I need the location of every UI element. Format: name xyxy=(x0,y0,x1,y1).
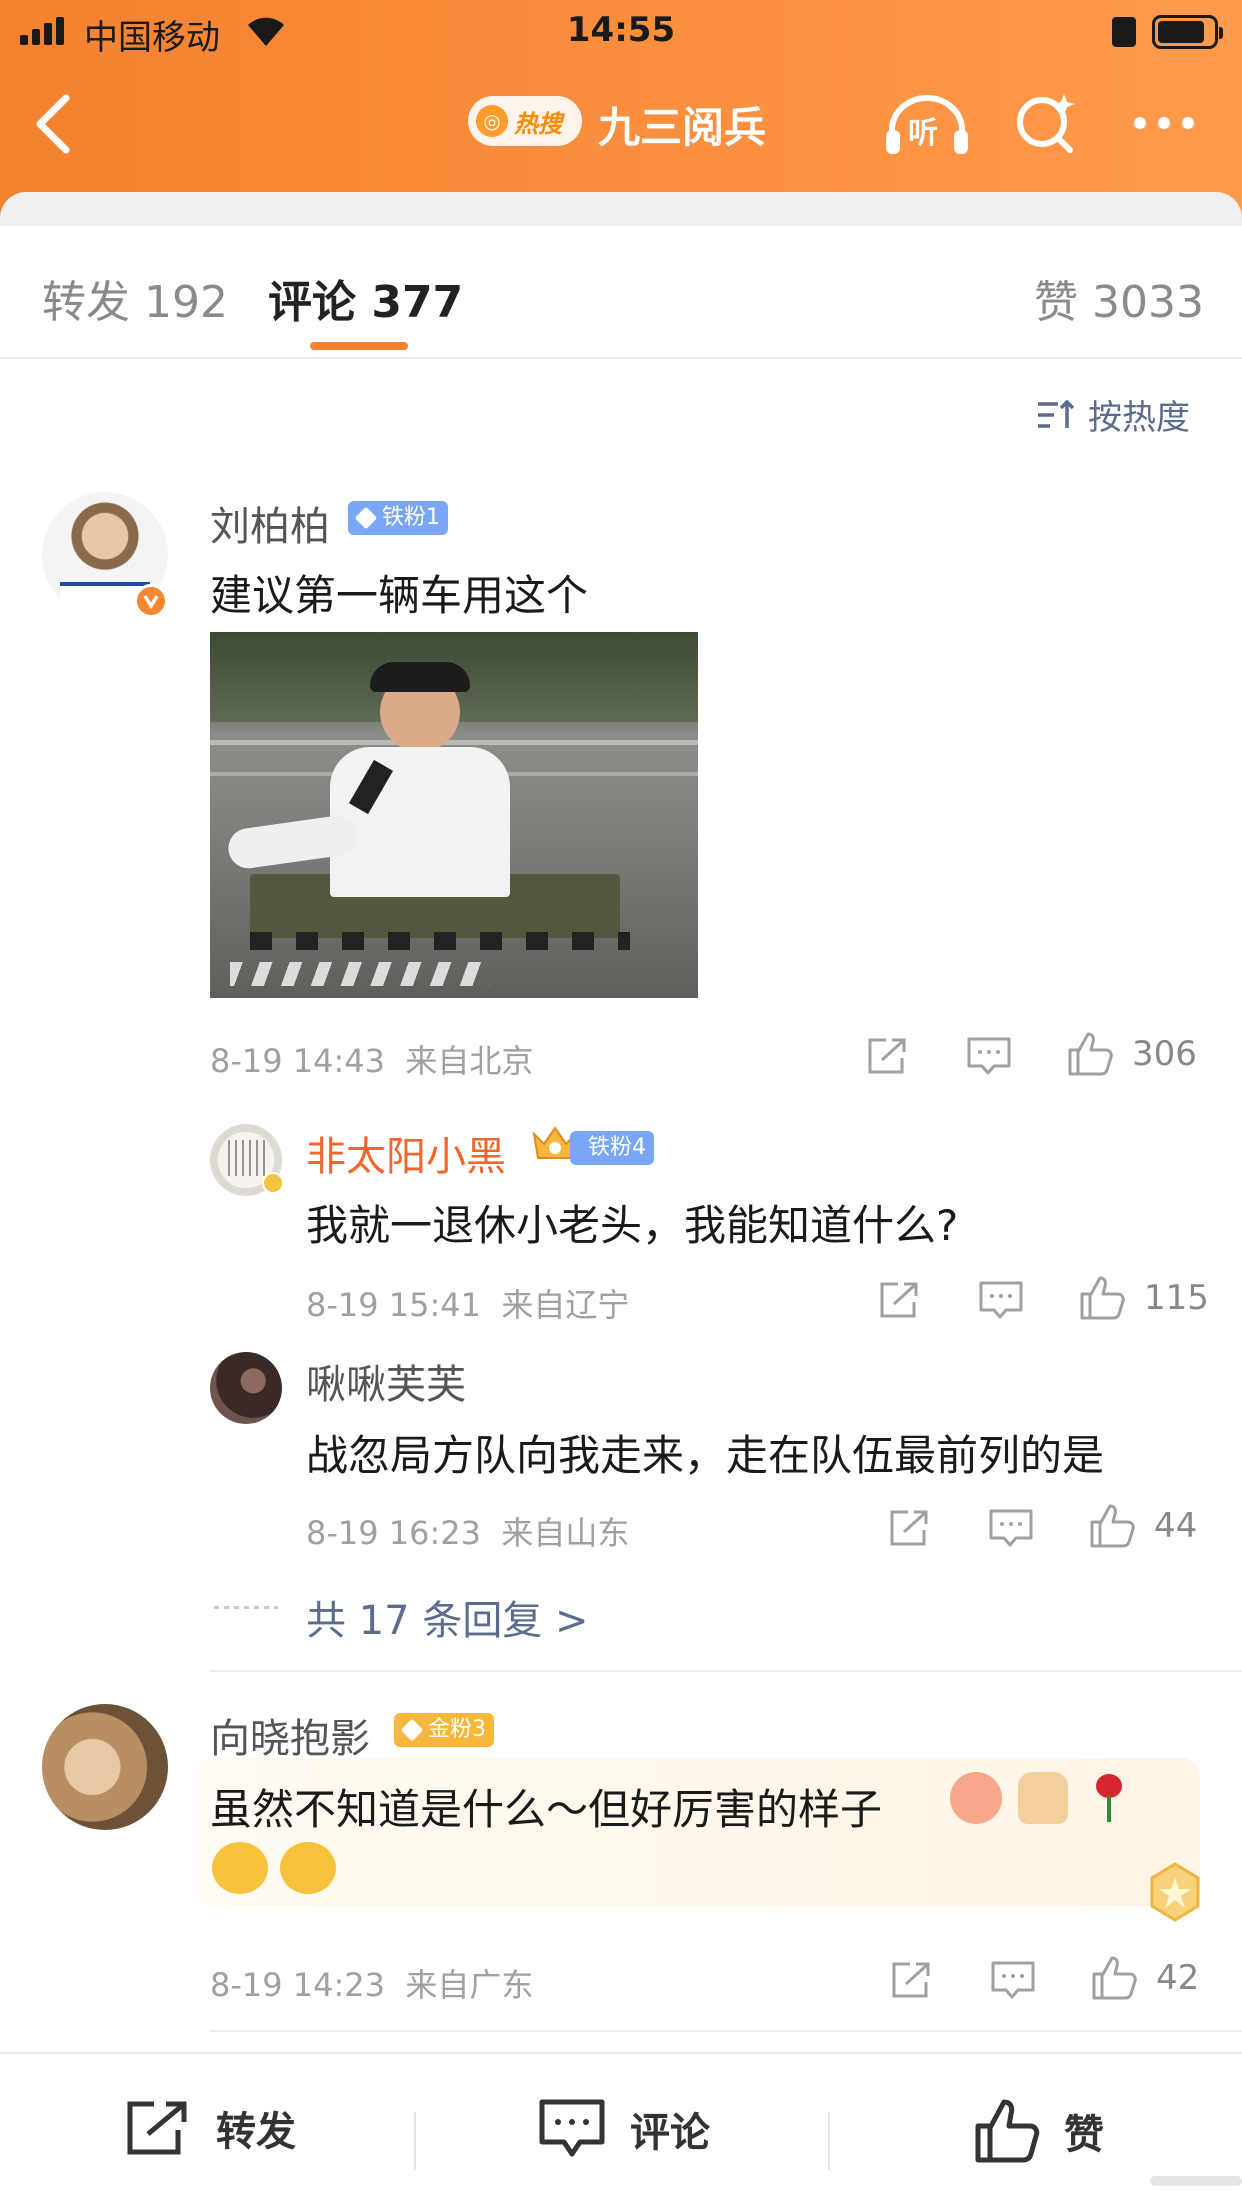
comment-icon[interactable] xyxy=(966,1036,1012,1076)
sheet-handle-band xyxy=(0,192,1242,226)
status-time: 14:55 xyxy=(566,10,676,50)
comment-icon[interactable] xyxy=(988,1508,1034,1548)
active-tab-indicator xyxy=(310,342,408,350)
search-icon[interactable] xyxy=(1012,90,1078,156)
tab-likes[interactable]: 赞 3033 xyxy=(1034,266,1204,330)
comment-icon[interactable] xyxy=(978,1280,1024,1320)
rose-icon xyxy=(1088,1772,1128,1824)
hot-search-badge[interactable]: ◎ 热搜 xyxy=(468,96,582,146)
like-icon[interactable] xyxy=(1090,1954,1138,2002)
bottom-bar-divider xyxy=(828,2112,830,2170)
home-indicator xyxy=(1150,2176,1242,2186)
repost-button[interactable]: 转发 xyxy=(124,2098,296,2158)
tab-bar: 转发 192 评论 377 赞 3033 xyxy=(0,266,1242,356)
bottom-bar-divider xyxy=(414,2112,416,2170)
share-icon[interactable] xyxy=(866,1036,910,1076)
share-icon[interactable] xyxy=(888,1508,932,1548)
comment-text: 建议第一辆车用这个 xyxy=(210,571,589,620)
thumbs-up-icon xyxy=(1018,1772,1068,1824)
sort-icon xyxy=(1038,399,1075,428)
fan-badge: 铁粉4 xyxy=(570,1131,654,1165)
reply-text: 战忽局方队向我走来，走在队伍最前列的是 xyxy=(306,1431,1105,1480)
like-count: 115 xyxy=(1144,1278,1209,1318)
like-icon[interactable] xyxy=(1078,1274,1126,1322)
like-count: 44 xyxy=(1154,1506,1198,1546)
verified-icon xyxy=(262,1172,284,1194)
topic-title: 九三阅兵 xyxy=(598,103,767,152)
search-icon: ◎ xyxy=(476,105,508,137)
reply-meta: 8-19 15:41 来自辽宁 xyxy=(306,1286,630,1324)
share-icon xyxy=(127,2101,187,2155)
sim-icon xyxy=(1112,17,1136,47)
reply-username[interactable]: 啾啾芙芙 xyxy=(306,1352,466,1410)
crying-laughing-icon xyxy=(212,1842,268,1894)
tab-comments[interactable]: 评论 377 xyxy=(268,266,463,330)
comment-divider xyxy=(210,1670,1242,1672)
status-bar: 中国移动 14:55 xyxy=(0,0,1242,64)
tabs-divider xyxy=(0,357,1242,359)
like-icon[interactable] xyxy=(1066,1030,1114,1078)
gold-star-icon xyxy=(1150,1862,1200,1922)
listen-button[interactable]: 听 xyxy=(884,94,970,156)
avatar[interactable] xyxy=(42,1704,168,1830)
comment-button[interactable]: 评论 xyxy=(538,2098,710,2160)
avatar[interactable] xyxy=(210,1352,282,1424)
sort-by-hot-button[interactable]: 按热度 xyxy=(1036,390,1190,439)
tab-repost[interactable]: 转发 192 xyxy=(42,266,228,330)
verified-icon xyxy=(134,584,168,618)
reply-text: 我就一退休小老头，我能知道什么? xyxy=(306,1201,959,1250)
reply-meta: 8-19 16:23 来自山东 xyxy=(306,1514,630,1552)
bottom-action-bar: 转发 评论 赞 xyxy=(0,2052,1242,2208)
reply-dots-divider xyxy=(214,1606,278,1609)
laughing-face-icon xyxy=(950,1772,1002,1824)
like-icon[interactable] xyxy=(1088,1502,1136,1550)
comment-meta: 8-19 14:43 来自北京 xyxy=(210,1042,534,1080)
comment-icon[interactable] xyxy=(990,1960,1036,2000)
back-chevron-icon[interactable] xyxy=(30,92,78,156)
like-count: 306 xyxy=(1132,1034,1197,1074)
like-button[interactable]: 赞 xyxy=(974,2098,1104,2164)
comment-meta: 8-19 14:23 来自广东 xyxy=(210,1966,534,2004)
like-icon xyxy=(975,2099,1040,2163)
crying-laughing-icon xyxy=(280,1842,336,1894)
like-count: 42 xyxy=(1156,1958,1200,1998)
fan-badge: 铁粉1 xyxy=(348,501,448,535)
share-icon[interactable] xyxy=(890,1960,934,2000)
comment-image[interactable] xyxy=(210,632,698,998)
comment-username[interactable]: 刘柏柏 xyxy=(210,494,330,552)
share-icon[interactable] xyxy=(878,1280,922,1320)
reply-username[interactable]: 非太阳小黑 xyxy=(306,1124,506,1182)
crown-icon xyxy=(400,1718,424,1742)
diamond-icon xyxy=(354,506,378,530)
comment-divider xyxy=(210,2030,1242,2032)
comment-username[interactable]: 向晓抱影 xyxy=(210,1706,370,1764)
battery-icon xyxy=(1152,15,1223,49)
view-all-replies-link[interactable]: 共 17 条回复 > xyxy=(306,1588,589,1646)
comment-text: 虽然不知道是什么～但好厉害的样子 xyxy=(210,1785,883,1834)
comment-icon xyxy=(539,2099,605,2157)
more-options-icon[interactable] xyxy=(1134,117,1194,129)
fan-badge: 金粉3 xyxy=(394,1713,494,1747)
